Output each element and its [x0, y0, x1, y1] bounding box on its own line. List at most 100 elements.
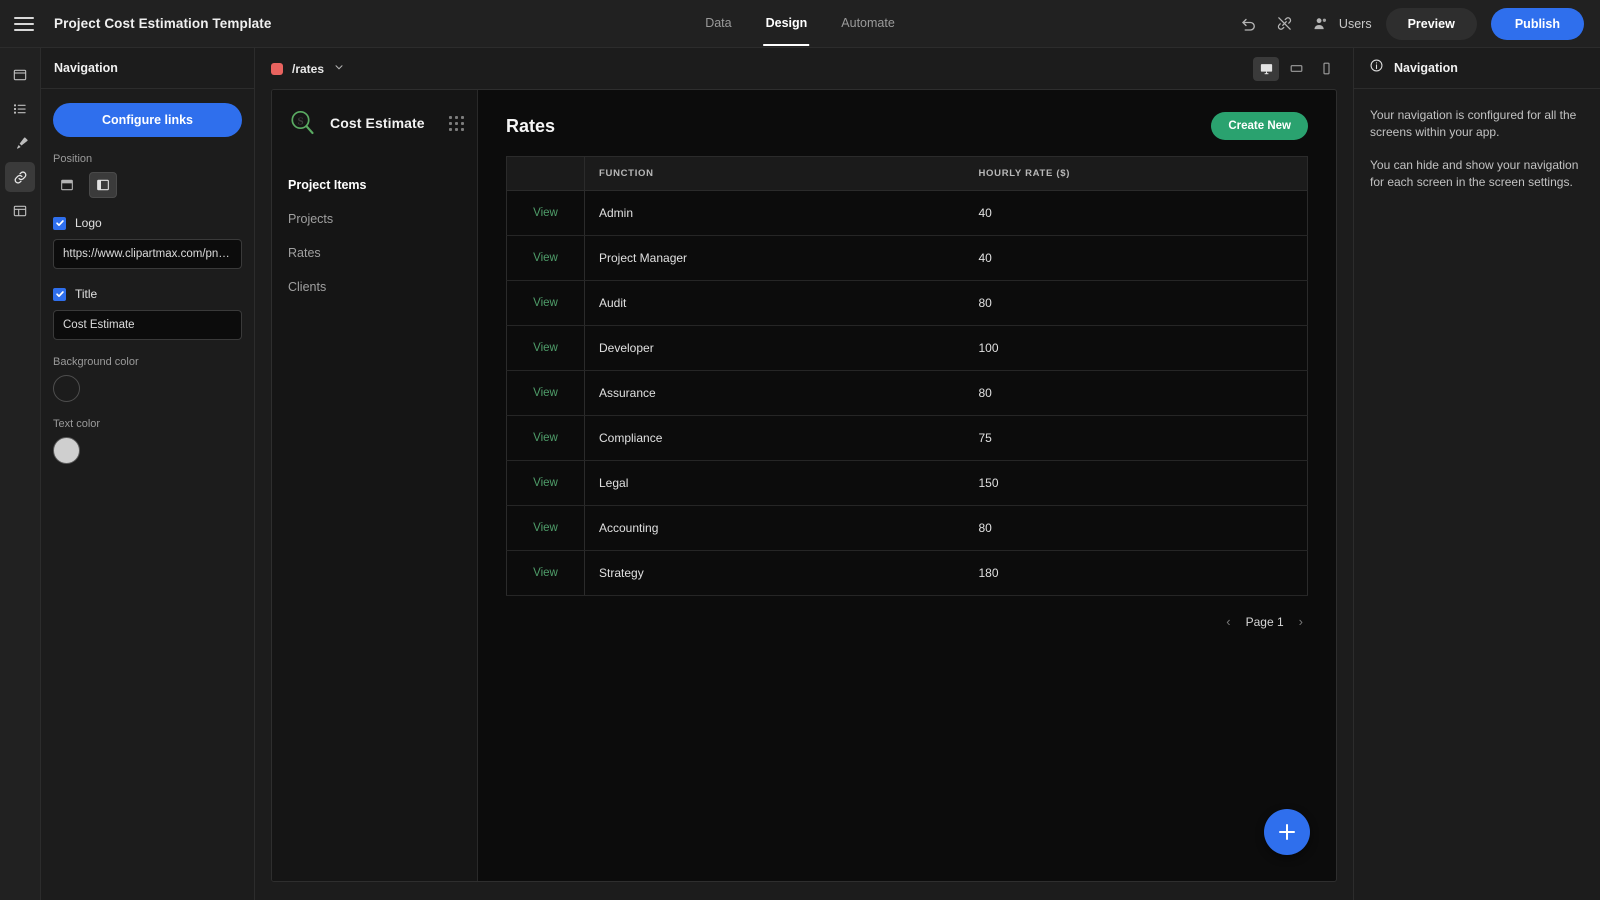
- right-panel-header: Navigation: [1354, 48, 1600, 89]
- mobile-icon[interactable]: [1313, 57, 1339, 81]
- logo-checkbox[interactable]: [53, 216, 66, 230]
- route-label: /rates: [292, 61, 325, 76]
- right-panel-title: Navigation: [1394, 61, 1458, 75]
- preview-nav-projects[interactable]: Projects: [272, 202, 477, 236]
- left-icon-rail: [0, 48, 41, 900]
- prev-page-button[interactable]: ‹: [1223, 614, 1233, 629]
- column-header-hourly-rate: HOURLY RATE ($): [964, 156, 1308, 191]
- view-link[interactable]: View: [506, 235, 585, 281]
- chevron-down-icon[interactable]: [333, 61, 345, 76]
- cell-hourly-rate: 80: [964, 505, 1308, 551]
- preview-nav-project-items[interactable]: Project Items: [272, 168, 477, 202]
- info-icon: [1369, 58, 1384, 78]
- logo-checkbox-row[interactable]: Logo: [53, 216, 242, 230]
- text-color-swatch[interactable]: [53, 437, 80, 464]
- title-checkbox[interactable]: [53, 287, 66, 301]
- users-icon: [1310, 13, 1332, 35]
- view-link[interactable]: View: [506, 370, 585, 416]
- configure-links-button[interactable]: Configure links: [53, 103, 242, 137]
- preview-nav-rates[interactable]: Rates: [272, 236, 477, 270]
- table-row: View Strategy 180: [506, 550, 1308, 596]
- background-color-swatch[interactable]: [53, 375, 80, 402]
- undo-icon[interactable]: [1238, 13, 1260, 35]
- cell-function: Developer: [584, 325, 965, 371]
- navigation-settings-panel: Navigation Configure links Position Logo…: [41, 48, 255, 900]
- right-panel-paragraph-1: Your navigation is configured for all th…: [1370, 108, 1577, 140]
- table-row: View Assurance 80: [506, 370, 1308, 416]
- app-preview-frame: S Cost Estimate Project Items Projects R…: [271, 89, 1337, 882]
- rates-table-head: FUNCTION HOURLY RATE ($): [506, 156, 1308, 191]
- users-label: Users: [1338, 16, 1372, 31]
- magnifier-s-logo-icon: S: [288, 108, 318, 138]
- title-text-input[interactable]: [53, 310, 242, 340]
- table-header-row: FUNCTION HOURLY RATE ($): [506, 156, 1308, 191]
- cell-function: Compliance: [584, 415, 965, 461]
- position-label: Position: [53, 153, 93, 165]
- column-header-function: FUNCTION: [584, 156, 965, 191]
- rail-item-theme[interactable]: [5, 128, 35, 158]
- add-plus-icon[interactable]: [1264, 809, 1310, 855]
- desktop-icon[interactable]: [1253, 56, 1279, 81]
- cell-function: Strategy: [584, 550, 965, 596]
- view-link[interactable]: View: [506, 550, 585, 596]
- publish-button[interactable]: Publish: [1490, 7, 1584, 40]
- position-top-icon[interactable]: [53, 172, 81, 198]
- body: Navigation Configure links Position Logo…: [0, 48, 1600, 900]
- view-link[interactable]: View: [506, 280, 585, 326]
- position-toggle-group: [53, 172, 242, 198]
- page-title: Project Cost Estimation Template: [54, 16, 272, 31]
- cell-hourly-rate: 40: [964, 190, 1308, 236]
- title-label: Title: [75, 287, 98, 301]
- preview-nav-links: Project Items Projects Rates Clients: [272, 168, 477, 304]
- cell-function: Audit: [584, 280, 965, 326]
- hamburger-icon[interactable]: [14, 16, 34, 31]
- logo-url-input[interactable]: [53, 239, 242, 269]
- rail-item-navigation[interactable]: [5, 162, 35, 192]
- svg-text:S: S: [297, 115, 303, 127]
- create-new-button[interactable]: Create New: [1211, 112, 1308, 140]
- view-link[interactable]: View: [506, 325, 585, 371]
- logo-label: Logo: [75, 216, 102, 230]
- nav-panel-header: Navigation: [41, 48, 254, 89]
- right-panel-body: Your navigation is configured for all th…: [1354, 89, 1600, 207]
- table-row: View Admin 40: [506, 190, 1308, 236]
- table-row: View Project Manager 40: [506, 235, 1308, 281]
- view-link[interactable]: View: [506, 505, 585, 551]
- cell-hourly-rate: 100: [964, 325, 1308, 371]
- preview-brand-title: Cost Estimate: [330, 115, 425, 131]
- text-color-label: Text color: [53, 418, 101, 430]
- tab-automate[interactable]: Automate: [839, 1, 897, 46]
- preview-brand-row: S Cost Estimate: [272, 108, 477, 138]
- users-button[interactable]: Users: [1310, 13, 1372, 35]
- drag-grip-icon[interactable]: [449, 115, 464, 131]
- canvas-toolbar: /rates: [255, 48, 1353, 89]
- unlink-icon[interactable]: [1274, 13, 1296, 35]
- rail-item-list[interactable]: [5, 94, 35, 124]
- app-root: Project Cost Estimation Template Data De…: [0, 0, 1600, 900]
- preview-nav-clients[interactable]: Clients: [272, 270, 477, 304]
- screen-route-selector[interactable]: /rates: [271, 61, 345, 76]
- background-color-label: Background color: [53, 356, 139, 368]
- cell-function: Assurance: [584, 370, 965, 416]
- preview-page-title: Rates: [506, 115, 556, 136]
- page-indicator: Page 1: [1245, 614, 1284, 629]
- preview-main-content: Rates Create New FUNCTION HOURLY RATE ($…: [478, 90, 1336, 881]
- preview-side-nav: S Cost Estimate Project Items Projects R…: [272, 90, 478, 881]
- tab-data[interactable]: Data: [703, 1, 733, 46]
- view-link[interactable]: View: [506, 190, 585, 236]
- table-row: View Audit 80: [506, 280, 1308, 326]
- tablet-icon[interactable]: [1283, 57, 1309, 81]
- rail-item-components[interactable]: [5, 196, 35, 226]
- cell-hourly-rate: 40: [964, 235, 1308, 281]
- position-side-icon[interactable]: [89, 172, 117, 198]
- title-checkbox-row[interactable]: Title: [53, 287, 242, 301]
- cell-function: Admin: [584, 190, 965, 236]
- cell-function: Legal: [584, 460, 965, 506]
- view-link[interactable]: View: [506, 415, 585, 461]
- preview-button[interactable]: Preview: [1385, 7, 1477, 40]
- next-page-button[interactable]: ›: [1296, 614, 1306, 629]
- tab-design[interactable]: Design: [763, 1, 810, 46]
- rail-item-screens[interactable]: [5, 60, 35, 90]
- preview-header-row: Rates Create New: [506, 112, 1308, 140]
- view-link[interactable]: View: [506, 460, 585, 506]
